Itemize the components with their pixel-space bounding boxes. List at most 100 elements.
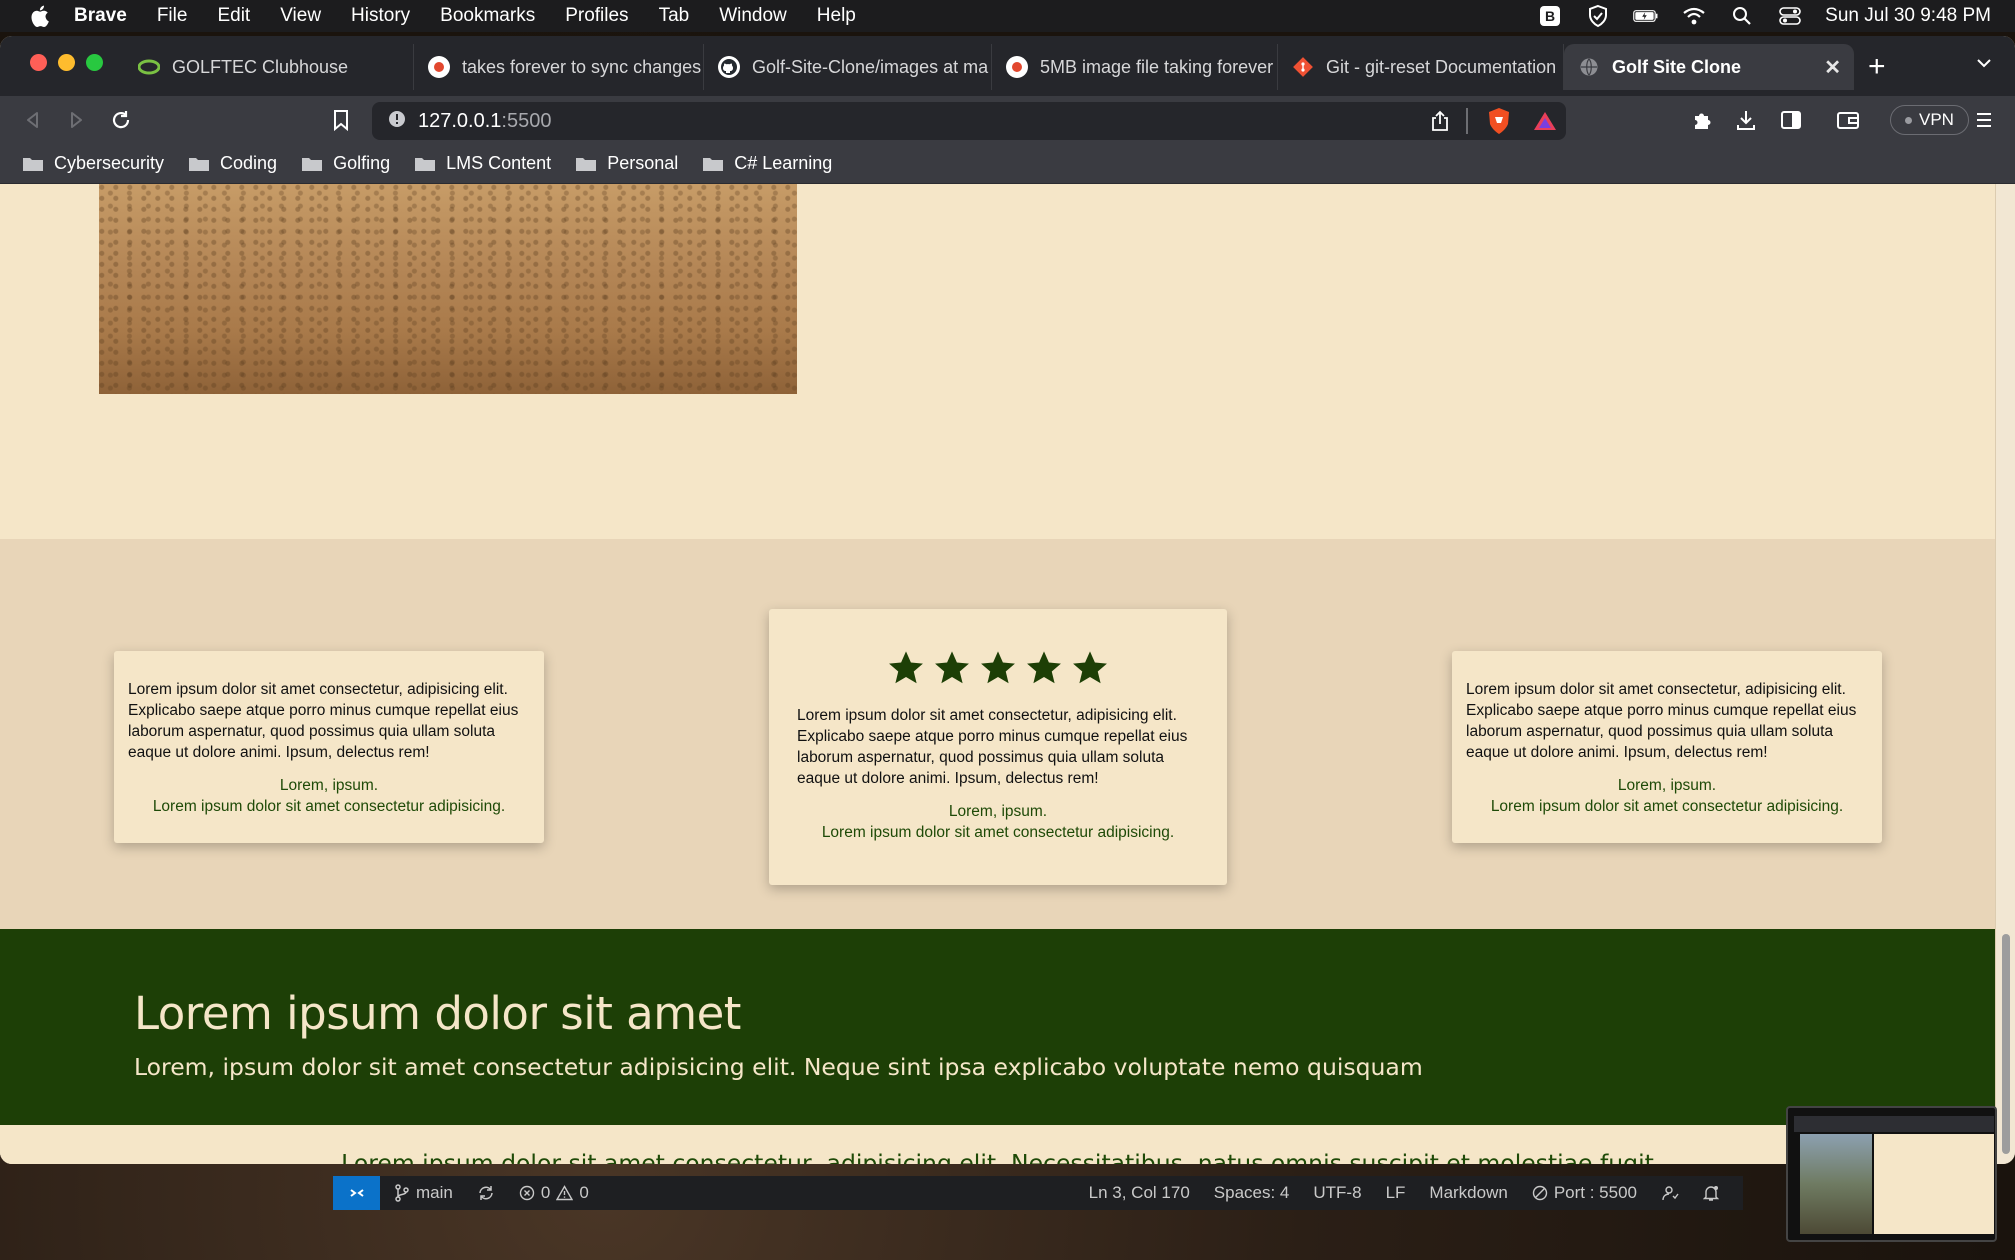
menu-view[interactable]: View xyxy=(280,5,321,27)
tab-title: 5MB image file taking forever xyxy=(1040,56,1274,77)
url-text[interactable]: 127.0.0.1:5500 xyxy=(418,110,551,133)
bookmark-icon[interactable] xyxy=(327,106,355,134)
extensions-icon[interactable] xyxy=(1688,106,1716,134)
site-info-icon[interactable] xyxy=(388,110,406,133)
branch-name: main xyxy=(416,1183,453,1202)
testimonial-author: Lorem, ipsum. xyxy=(1617,777,1717,794)
no-entry-icon xyxy=(1532,1185,1548,1201)
page-scrollbar[interactable] xyxy=(1995,184,2015,1164)
hamburger-menu-icon[interactable] xyxy=(1970,106,1998,134)
zoom-window-button[interactable] xyxy=(86,54,103,71)
remote-indicator-icon[interactable] xyxy=(333,1176,380,1210)
tab-brave-search-sync[interactable]: takes forever to sync changes xyxy=(414,44,704,90)
browser-window: GOLFTEC Clubhouse takes forever to sync … xyxy=(0,36,2015,1164)
share-icon[interactable] xyxy=(1430,110,1450,137)
thumbnail-golfer-image xyxy=(1800,1134,1872,1234)
brave-shields-icon[interactable] xyxy=(1486,107,1512,140)
bookmarks-bar: Cybersecurity Coding Golfing LMS Content… xyxy=(0,144,2015,184)
menu-edit[interactable]: Edit xyxy=(217,5,250,27)
bookmark-folder-personal[interactable]: Personal xyxy=(575,153,678,174)
warning-count: 0 xyxy=(579,1183,589,1202)
control-center-icon[interactable] xyxy=(1777,5,1803,27)
notifications-bell-icon[interactable] xyxy=(1703,1184,1719,1202)
battery-icon[interactable] xyxy=(1633,5,1659,27)
globe-icon xyxy=(1578,56,1600,78)
menu-bar: Brave File Edit View History Bookmarks P… xyxy=(0,0,2015,32)
testimonial-attribution: Lorem ipsum dolor sit amet consectetur a… xyxy=(152,798,506,815)
close-tab-icon[interactable]: ✕ xyxy=(1824,55,1841,80)
bookmark-label: LMS Content xyxy=(446,153,552,173)
tab-github-images[interactable]: Golf-Site-Clone/images at ma xyxy=(704,44,992,90)
bitwarden-icon[interactable]: B xyxy=(1537,5,1563,27)
bookmark-label: Personal xyxy=(607,153,679,173)
footer-text: Lorem ipsum dolor sit amet consectetur, … xyxy=(341,1149,1654,1164)
downloads-icon[interactable] xyxy=(1732,106,1760,134)
menu-help[interactable]: Help xyxy=(817,5,856,27)
new-tab-button[interactable]: + xyxy=(1868,50,1886,84)
menu-tab[interactable]: Tab xyxy=(659,5,690,27)
bookmark-folder-golfing[interactable]: Golfing xyxy=(301,153,390,174)
menu-profiles[interactable]: Profiles xyxy=(565,5,628,27)
brave-search-icon xyxy=(1006,56,1028,78)
reload-icon[interactable] xyxy=(107,106,135,134)
bookmark-folder-cybersecurity[interactable]: Cybersecurity xyxy=(22,153,164,174)
testimonial-attribution: Lorem ipsum dolor sit amet consectetur a… xyxy=(821,824,1175,841)
vpn-button[interactable]: VPN xyxy=(1890,105,1969,135)
live-server-status[interactable]: Port : 5500 xyxy=(1532,1183,1637,1203)
brave-rewards-icon[interactable] xyxy=(1532,110,1558,137)
bookmark-folder-coding[interactable]: Coding xyxy=(188,153,277,174)
golftec-icon xyxy=(138,56,160,78)
apple-icon[interactable] xyxy=(24,1,54,31)
cta-banner: Lorem ipsum dolor sit amet Lorem, ipsum … xyxy=(0,929,1995,1125)
star-rating xyxy=(797,649,1199,687)
shield-icon[interactable] xyxy=(1585,4,1611,28)
web-page: Lorem ipsum dolor sit amet consectetur, … xyxy=(0,184,1995,1164)
folder-icon xyxy=(23,157,43,171)
sync-icon[interactable] xyxy=(477,1184,495,1202)
tab-search-chevron-icon[interactable] xyxy=(1975,54,1993,77)
minimize-window-button[interactable] xyxy=(58,54,75,71)
address-bar[interactable]: 127.0.0.1:5500 xyxy=(372,102,1566,140)
tab-title: Git - git-reset Documentation xyxy=(1326,56,1557,77)
menu-bookmarks[interactable]: Bookmarks xyxy=(440,5,535,27)
end-of-line[interactable]: LF xyxy=(1386,1183,1406,1203)
testimonial-text: Lorem ipsum dolor sit amet consectetur, … xyxy=(797,707,1188,787)
scrollbar-thumb[interactable] xyxy=(2002,934,2010,1154)
thumbnail-page-content xyxy=(1874,1134,1994,1234)
bookmark-folder-csharp-learning[interactable]: C# Learning xyxy=(702,153,832,174)
wifi-icon[interactable] xyxy=(1681,5,1707,27)
star-icon xyxy=(935,651,969,684)
menu-window[interactable]: Window xyxy=(719,5,787,27)
tab-brave-search-image[interactable]: 5MB image file taking forever xyxy=(992,44,1278,90)
accounts-icon[interactable] xyxy=(1661,1184,1679,1202)
wallet-icon[interactable] xyxy=(1834,106,1862,134)
tab-golftec[interactable]: GOLFTEC Clubhouse xyxy=(124,44,414,90)
problems-status[interactable]: 0 0 xyxy=(519,1183,589,1203)
language-mode[interactable]: Markdown xyxy=(1429,1183,1507,1203)
sidebar-toggle-icon[interactable] xyxy=(1777,106,1805,134)
cursor-position[interactable]: Ln 3, Col 170 xyxy=(1089,1183,1190,1203)
back-arrow-icon[interactable] xyxy=(19,106,47,134)
git-branch-status[interactable]: main xyxy=(394,1183,453,1203)
vscode-status-bar: main 0 0 Ln 3, Col 170 Spaces: 4 UTF-8 L… xyxy=(333,1176,1743,1210)
tab-title: Golf-Site-Clone/images at ma xyxy=(752,56,989,77)
cta-heading: Lorem ipsum dolor sit amet xyxy=(134,987,741,1040)
indentation-setting[interactable]: Spaces: 4 xyxy=(1214,1183,1290,1203)
screenshot-thumbnail[interactable] xyxy=(1786,1106,1997,1242)
menu-app-name[interactable]: Brave xyxy=(74,5,127,27)
bookmark-folder-lms-content[interactable]: LMS Content xyxy=(414,153,551,174)
menu-history[interactable]: History xyxy=(351,5,410,27)
bookmark-label: Golfing xyxy=(333,153,391,173)
spotlight-search-icon[interactable] xyxy=(1729,5,1755,27)
tab-title: Golf Site Clone xyxy=(1612,56,1742,77)
folder-icon xyxy=(415,157,436,171)
star-icon xyxy=(1027,651,1061,684)
tab-golf-site-clone[interactable]: Golf Site Clone ✕ xyxy=(1564,44,1854,90)
footer-strip: Lorem ipsum dolor sit amet consectetur, … xyxy=(0,1125,1995,1164)
clock[interactable]: Sun Jul 30 9:48 PM xyxy=(1825,5,1991,27)
forward-arrow-icon[interactable] xyxy=(62,106,90,134)
close-window-button[interactable] xyxy=(30,54,47,71)
tab-git-reset-docs[interactable]: Git - git-reset Documentation xyxy=(1278,44,1564,90)
file-encoding[interactable]: UTF-8 xyxy=(1313,1183,1361,1203)
menu-file[interactable]: File xyxy=(157,5,188,27)
